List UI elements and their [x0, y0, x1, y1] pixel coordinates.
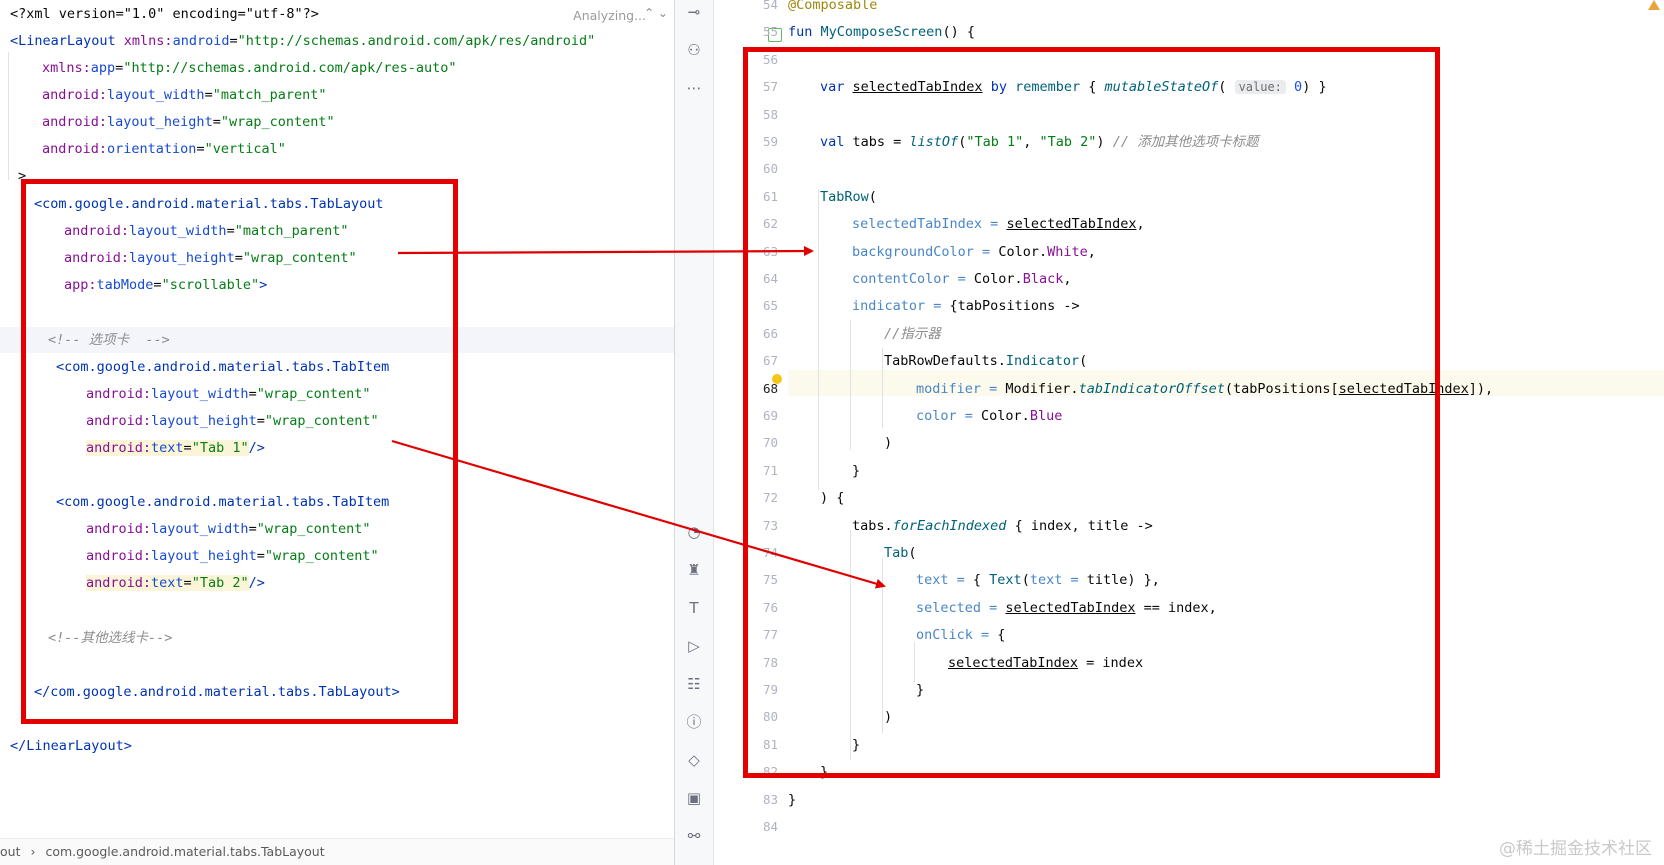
- watermark: @稀土掘金技术社区: [1499, 839, 1652, 859]
- arrow-tablayout-to-tabrow: [397, 246, 814, 257]
- arrow-tabitem-to-tab: [391, 439, 886, 589]
- annotation-arrows: [391, 246, 886, 589]
